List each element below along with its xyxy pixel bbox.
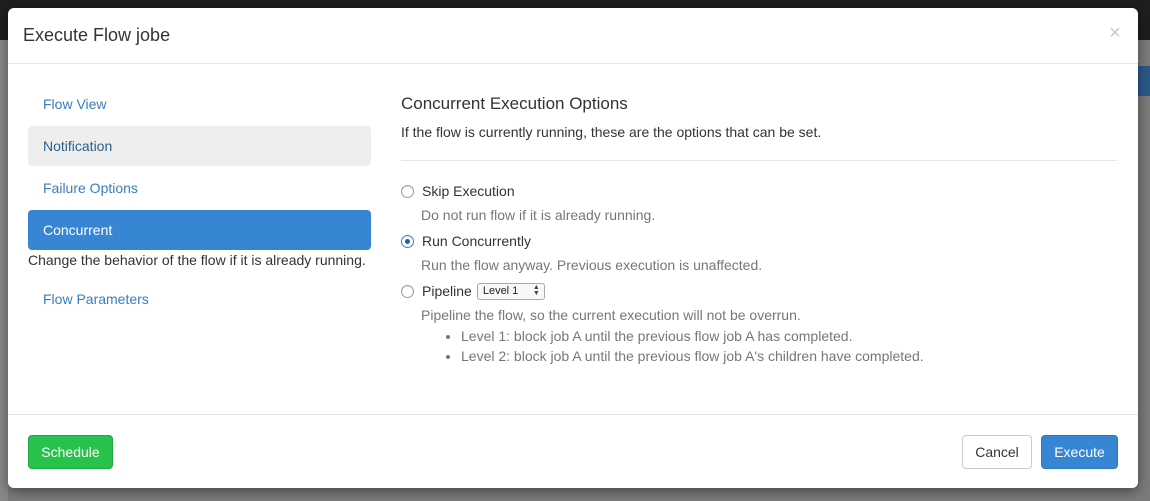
option-label: Pipeline [422,283,472,299]
option-skip-execution[interactable]: Skip Execution [401,181,1117,201]
option-description: Pipeline the flow, so the current execut… [421,307,801,323]
run-concurrently-radio[interactable] [401,234,414,248]
sidebar-item-failure-options[interactable]: Failure Options [28,168,371,208]
modal-header: Execute Flow jobe × [8,8,1138,64]
option-label: Skip Execution [422,183,515,199]
skip-execution-radio[interactable] [401,184,414,198]
section-title: Concurrent Execution Options [401,94,628,113]
option-description: Do not run flow if it is already running… [421,207,656,223]
pipeline-levels-list: Level 1: block job A until the previous … [421,326,1117,366]
background-right-button [1138,66,1150,96]
divider [401,160,1117,161]
sidebar-item-flow-parameters[interactable]: Flow Parameters [28,279,371,319]
cancel-button[interactable]: Cancel [962,435,1032,469]
option-label: Run Concurrently [422,233,531,249]
list-item: Level 2: block job A until the previous … [461,346,1117,366]
option-pipeline[interactable]: Pipeline Level 1 ▲ ▼ [401,281,1117,301]
concurrent-options: Skip Execution Do not run flow if it is … [401,181,1117,366]
concurrent-options-panel: Concurrent Execution Options If the flow… [401,92,1117,366]
pipeline-radio[interactable] [401,284,414,298]
close-icon[interactable]: × [1107,22,1123,44]
modal-footer: Schedule Cancel Execute [8,414,1138,488]
schedule-button[interactable]: Schedule [28,435,113,469]
execute-flow-modal: Execute Flow jobe × Flow View Notificati… [8,8,1138,488]
sidebar-item-description: Change the behavior of the flow if it is… [28,252,366,268]
sidebar-item-flow-view[interactable]: Flow View [28,84,371,124]
option-run-concurrently[interactable]: Run Concurrently [401,231,1117,251]
sidebar-item-concurrent[interactable]: Concurrent [28,210,371,250]
sidebar-item-notification[interactable]: Notification [28,126,371,166]
background-left-strip [0,40,8,501]
select-arrows-icon: ▲ ▼ [532,284,540,297]
execute-button[interactable]: Execute [1041,435,1118,469]
section-description: If the flow is currently running, these … [401,124,822,140]
options-sidebar: Flow View Notification Failure Options C… [28,84,371,321]
modal-title: Execute Flow jobe [23,25,171,45]
pipeline-level-select[interactable]: Level 1 ▲ ▼ [476,282,545,300]
list-item: Level 1: block job A until the previous … [461,326,1117,346]
option-description: Run the flow anyway. Previous execution … [421,257,763,273]
select-value: Level 1 [482,285,519,297]
